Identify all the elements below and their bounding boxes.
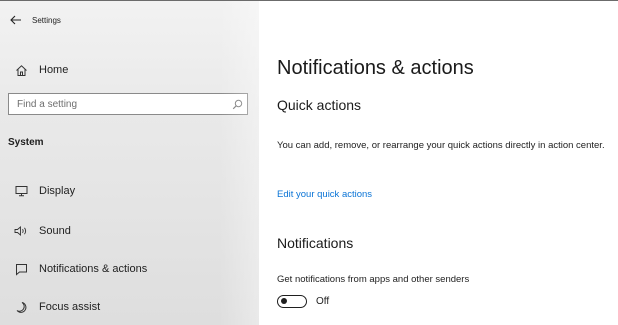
edit-quick-actions-link[interactable]: Edit your quick actions — [277, 189, 372, 200]
moon-icon — [12, 301, 30, 314]
title-bar: Settings — [0, 1, 259, 39]
sidebar-item-label: Display — [39, 185, 76, 197]
quick-actions-description: You can add, remove, or rearrange your q… — [277, 140, 605, 151]
sidebar-item-display[interactable]: Display — [0, 177, 259, 205]
search-icon[interactable] — [227, 99, 247, 110]
home-icon — [12, 64, 30, 77]
sidebar-item-notifications-actions[interactable]: Notifications & actions — [0, 255, 259, 283]
notifications-setting-label: Get notifications from apps and other se… — [277, 274, 470, 285]
search-input[interactable] — [17, 98, 227, 110]
sidebar-item-label: Sound — [39, 225, 71, 237]
notifications-toggle[interactable] — [277, 294, 307, 308]
nav-home[interactable]: Home — [0, 55, 259, 85]
speaker-icon — [12, 225, 30, 237]
section-label-system: System — [8, 137, 44, 148]
nav-home-label: Home — [39, 64, 69, 76]
back-arrow-icon[interactable] — [0, 1, 32, 39]
sidebar-item-label: Notifications & actions — [39, 263, 148, 275]
toggle-state-label: Off — [316, 295, 330, 307]
page-title: Notifications & actions — [277, 57, 474, 79]
notifications-toggle-row: Off — [277, 293, 329, 309]
quick-actions-heading: Quick actions — [277, 97, 362, 113]
search-box[interactable] — [8, 93, 248, 115]
message-icon — [12, 263, 30, 276]
sidebar: Settings Home System Display — [0, 1, 259, 325]
notifications-heading: Notifications — [277, 235, 354, 251]
window-title: Settings — [32, 15, 61, 25]
sidebar-item-sound[interactable]: Sound — [0, 217, 259, 245]
sidebar-item-focus-assist[interactable]: Focus assist — [0, 293, 259, 321]
toggle-knob — [281, 297, 287, 304]
monitor-icon — [12, 185, 30, 197]
content-pane: Notifications & actions Quick actions Yo… — [259, 1, 618, 325]
sidebar-item-label: Focus assist — [39, 301, 101, 313]
